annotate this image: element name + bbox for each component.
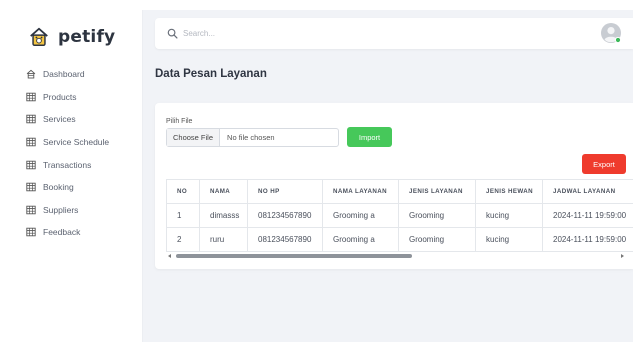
sidebar-item-service-schedule[interactable]: Service Schedule: [26, 131, 143, 154]
table-icon: [26, 183, 36, 192]
search-input[interactable]: [183, 25, 383, 42]
table-cell: kucing: [475, 227, 543, 252]
table-icon: [26, 228, 36, 237]
table-cell: kucing: [475, 203, 543, 228]
sidebar-item-products[interactable]: Products: [26, 86, 143, 109]
table-row[interactable]: 1 dimasss 081234567890 Grooming a Groomi…: [166, 203, 633, 228]
table-icon: [26, 115, 36, 124]
user-avatar[interactable]: [600, 22, 622, 44]
table-cell: Grooming: [398, 227, 476, 252]
file-input[interactable]: Choose File No file chosen: [166, 128, 339, 147]
scroll-left-arrow-icon[interactable]: [168, 254, 171, 258]
home-icon: [26, 70, 36, 79]
table-icon: [26, 137, 36, 147]
table-cell: dimasss: [199, 203, 248, 228]
choose-file-button[interactable]: Choose File: [167, 129, 221, 146]
sidebar-item-label: Suppliers: [43, 204, 79, 215]
sidebar-item-label: Booking: [43, 182, 74, 193]
column-header-jenis-hewan[interactable]: JENIS HEWAN: [475, 179, 543, 204]
table-cell: 2: [166, 227, 200, 252]
table-icon: [26, 160, 36, 169]
sidebar-item-booking[interactable]: Booking: [26, 176, 143, 199]
table-cell: Grooming a: [322, 227, 399, 252]
column-header-no[interactable]: NO: [166, 179, 200, 204]
table-cell: 2024-11-11 19:59:00: [542, 227, 633, 252]
sidebar-item-suppliers[interactable]: Suppliers: [26, 199, 143, 222]
sidebar-nav: Dashboard Products Services Service Sche…: [26, 63, 143, 244]
table-row[interactable]: 2 ruru 081234567890 Grooming a Grooming …: [166, 227, 633, 252]
table-cell: 1: [166, 203, 200, 228]
column-header-nama[interactable]: NAMA: [199, 179, 248, 204]
table-cell: ruru: [199, 227, 248, 252]
table-cell: Grooming a: [322, 203, 399, 228]
export-button[interactable]: Export: [582, 154, 626, 174]
top-bar: [155, 18, 633, 49]
table-icon: [26, 92, 36, 102]
table-cell: Grooming: [398, 203, 476, 228]
sidebar-item-label: Feedback: [43, 227, 81, 238]
table-cell: 2024-11-11 19:59:00: [542, 203, 633, 228]
table-icon: [26, 205, 36, 215]
sidebar-item-label: Products: [43, 91, 77, 102]
import-button[interactable]: Import: [347, 127, 392, 147]
sidebar-item-label: Transactions: [43, 159, 92, 170]
scrollbar-thumb[interactable]: [176, 254, 412, 258]
bookings-table: NO NAMA NO HP NAMA LAYANAN JENIS LAYANAN…: [166, 179, 633, 252]
sidebar-item-transactions[interactable]: Transactions: [26, 153, 143, 176]
data-card: Pilih File Choose File No file chosen Im…: [155, 103, 633, 269]
table-cell: 081234567890: [247, 203, 323, 228]
horizontal-scrollbar[interactable]: [166, 252, 626, 260]
file-input-label: Pilih File: [166, 118, 193, 125]
sidebar-item-label: Services: [43, 114, 76, 125]
column-header-nama-layanan[interactable]: NAMA LAYANAN: [322, 179, 399, 204]
file-name-text: No file chosen: [227, 133, 275, 142]
column-header-jenis-layanan[interactable]: JENIS LAYANAN: [398, 179, 476, 204]
sidebar-item-label: Dashboard: [43, 69, 85, 80]
scroll-right-arrow-icon[interactable]: [621, 254, 624, 258]
pet-house-logo-icon: [30, 27, 48, 46]
brand-logo[interactable]: petify: [28, 26, 115, 48]
table-header-row: NO NAMA NO HP NAMA LAYANAN JENIS LAYANAN…: [166, 179, 633, 204]
sidebar-item-label: Service Schedule: [43, 137, 110, 148]
brand-name: petify: [58, 27, 116, 47]
column-header-jadwal-layanan[interactable]: JADWAL LAYANAN: [542, 179, 633, 204]
table-container: NO NAMA NO HP NAMA LAYANAN JENIS LAYANAN…: [166, 179, 633, 252]
sidebar-item-services[interactable]: Services: [26, 108, 143, 131]
sidebar: petify Dashboard Products Services Servi…: [10, 10, 143, 342]
sidebar-item-dashboard[interactable]: Dashboard: [26, 63, 143, 86]
sidebar-item-feedback[interactable]: Feedback: [26, 221, 143, 244]
search-icon: [167, 28, 178, 39]
column-header-no-hp[interactable]: NO HP: [247, 179, 323, 204]
table-cell: 081234567890: [247, 227, 323, 252]
page-title: Data Pesan Layanan: [155, 68, 267, 80]
